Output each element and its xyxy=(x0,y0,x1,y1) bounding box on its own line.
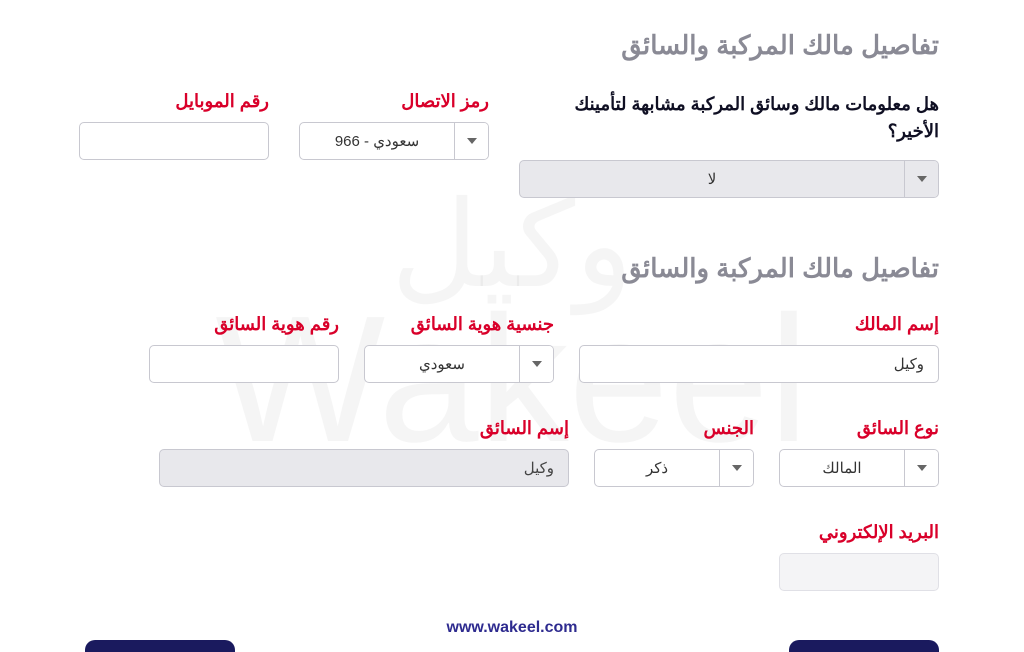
email-input[interactable] xyxy=(779,553,939,591)
section1-title: تفاصيل مالك المركبة والسائق xyxy=(85,30,939,61)
gender-label: الجنس xyxy=(594,418,754,439)
gender-select[interactable]: ذكر xyxy=(594,449,754,487)
driver-type-select[interactable]: المالك xyxy=(779,449,939,487)
driver-type-value: المالك xyxy=(780,450,904,486)
dial-code-value: سعودي - 966 xyxy=(300,123,454,159)
email-label: البريد الإلكتروني xyxy=(779,522,939,543)
similar-info-question: هل معلومات مالك وسائق المركبة مشابهة لتأ… xyxy=(519,91,939,145)
mobile-label: رقم الموبايل xyxy=(79,91,269,112)
driver-id-input[interactable] xyxy=(149,345,339,383)
driver-type-label: نوع السائق xyxy=(779,418,939,439)
chevron-down-icon xyxy=(904,450,938,486)
driver-name-input xyxy=(159,449,569,487)
owner-name-input[interactable] xyxy=(579,345,939,383)
dial-code-select[interactable]: سعودي - 966 xyxy=(299,122,489,160)
bottom-left-button[interactable] xyxy=(85,640,235,652)
driver-nationality-label: جنسية هوية السائق xyxy=(364,314,554,335)
chevron-down-icon xyxy=(454,123,488,159)
dial-code-label: رمز الاتصال xyxy=(299,91,489,112)
owner-name-label: إسم المالك xyxy=(579,314,939,335)
section2-title: تفاصيل مالك المركبة والسائق xyxy=(85,253,939,284)
driver-nationality-select[interactable]: سعودي xyxy=(364,345,554,383)
driver-nationality-value: سعودي xyxy=(365,346,519,382)
bottom-right-button[interactable] xyxy=(789,640,939,652)
chevron-down-icon xyxy=(519,346,553,382)
similar-info-select[interactable]: لا xyxy=(519,160,939,198)
mobile-input[interactable] xyxy=(79,122,269,160)
gender-value: ذكر xyxy=(595,450,719,486)
similar-info-value: لا xyxy=(520,161,904,197)
chevron-down-icon xyxy=(719,450,753,486)
footer-url: www.wakeel.com xyxy=(446,619,577,637)
driver-name-label: إسم السائق xyxy=(159,418,569,439)
driver-id-label: رقم هوية السائق xyxy=(149,314,339,335)
chevron-down-icon xyxy=(904,161,938,197)
